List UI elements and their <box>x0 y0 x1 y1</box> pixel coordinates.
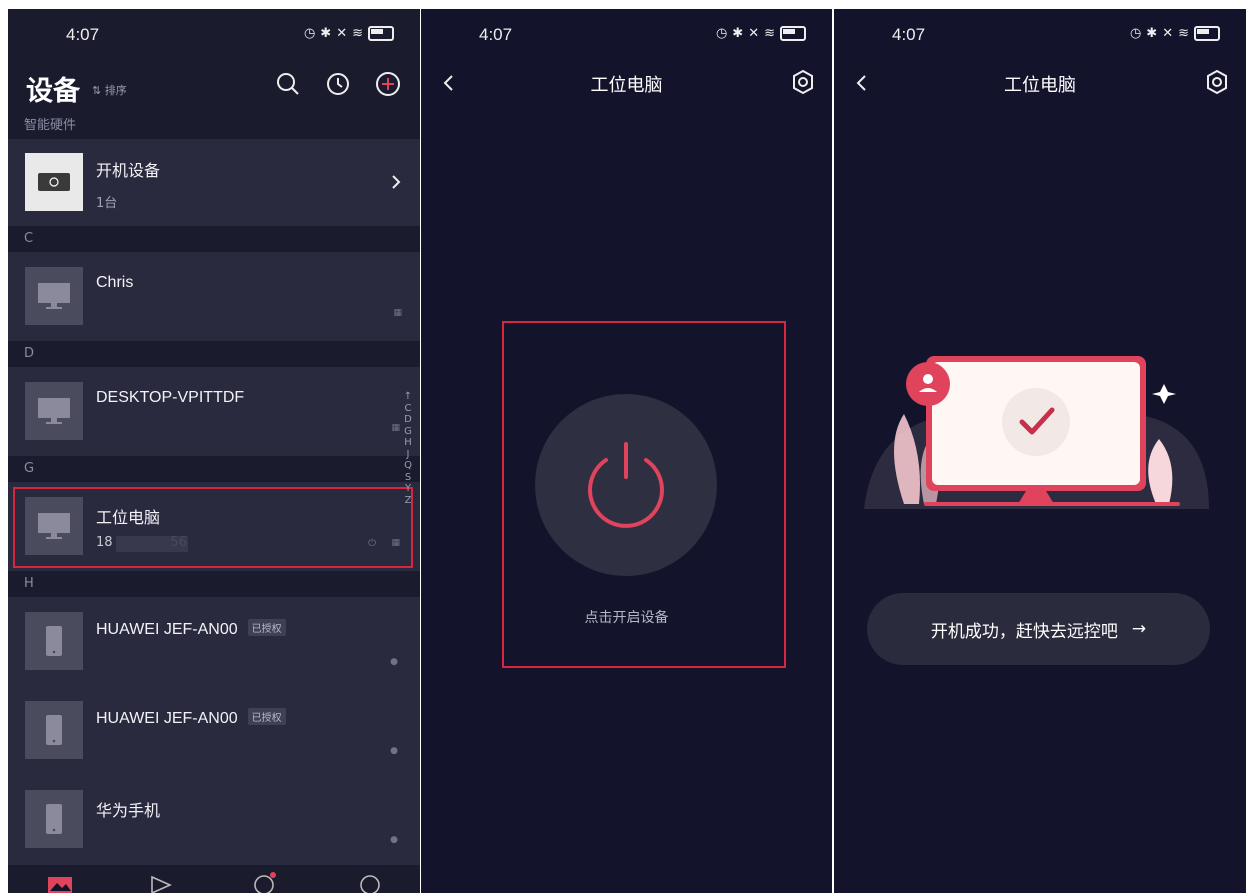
index-letter[interactable]: D <box>402 414 414 426</box>
go-remote-button[interactable]: 开机成功，赶快去远控吧 → <box>867 593 1210 665</box>
success-illustration <box>864 356 1209 509</box>
bottom-nav <box>8 864 420 893</box>
nav-devices-icon[interactable] <box>45 869 75 893</box>
device-name: HUAWEI JEF-AN00 已授权 <box>96 619 286 639</box>
status-bar: 4:07 ◷ ✱ ✕ ≋ <box>8 9 420 57</box>
page-title: 工位电脑 <box>1004 75 1076 96</box>
status-bar: 4:07 ◷ ✱ ✕ ≋ <box>834 9 1246 57</box>
history-icon[interactable] <box>325 71 351 97</box>
list-item-huawei-2[interactable]: HUAWEI JEF-AN00 已授权 ● <box>8 686 420 775</box>
device-name: 开机设备 <box>96 163 161 180</box>
device-name: HUAWEI JEF-AN00 已授权 <box>96 708 286 728</box>
index-letter[interactable]: Y <box>402 483 414 495</box>
mute-icon: ✕ <box>336 26 348 41</box>
authorized-badge: 已授权 <box>247 619 286 636</box>
device-name: 华为手机 <box>96 803 161 820</box>
wifi-icon: ≋ <box>764 26 775 41</box>
chevron-right-icon <box>392 175 401 189</box>
monitor-icon <box>38 398 70 424</box>
pc-thumbnail <box>25 382 83 440</box>
device-name-text: HUAWEI JEF-AN00 <box>96 710 238 727</box>
nav-discover-icon[interactable] <box>249 869 279 893</box>
arrow-right-icon: → <box>1131 619 1147 639</box>
status-icons: ◷ ✱ ✕ ≋ <box>304 26 394 41</box>
data-speed-icon: ◷ <box>303 26 316 41</box>
section-h: H <box>24 576 34 591</box>
index-letter[interactable]: Q <box>402 460 414 472</box>
android-icon: ● <box>390 746 398 756</box>
status-icons: ◷ ✱ ✕ ≋ <box>716 26 806 41</box>
index-letter[interactable]: ↑ <box>402 391 414 403</box>
status-time: 4:07 <box>66 25 100 44</box>
index-letter[interactable]: J <box>402 449 414 461</box>
phone-thumbnail <box>25 701 83 759</box>
device-list-screen: 4:07 ◷ ✱ ✕ ≋ 设备 ⇅ 排序 智能硬件 开机设备 1台 C Chri… <box>8 9 420 893</box>
monitor-icon <box>38 283 70 309</box>
status-time: 4:07 <box>479 25 513 44</box>
page-title: 设备 <box>26 76 80 107</box>
list-item-huawei-1[interactable]: HUAWEI JEF-AN00 已授权 ● <box>8 597 420 686</box>
success-screen: 4:07 ◷ ✱ ✕ ≋ 工位电脑 开机成功，赶快去远控吧 → <box>834 9 1246 893</box>
windows-icon: ▦ <box>391 423 400 433</box>
list-item-huawei-phone[interactable]: 华为手机 ● <box>8 775 420 864</box>
android-icon: ● <box>390 657 398 667</box>
device-count: 1台 <box>96 196 118 211</box>
android-icon: ● <box>390 835 398 845</box>
phone-icon <box>46 804 62 834</box>
power-on-screen: 4:07 ◷ ✱ ✕ ≋ 工位电脑 点击开启设备 <box>421 9 832 893</box>
list-item-chris[interactable]: Chris ▦ <box>8 252 420 341</box>
go-remote-label: 开机成功，赶快去远控吧 <box>930 621 1118 642</box>
page-title: 工位电脑 <box>590 75 663 96</box>
data-speed-icon: ◷ <box>715 26 728 41</box>
alphabet-index[interactable]: ↑ C D G H J Q S Y Z <box>402 391 414 506</box>
wifi-icon: ≋ <box>1178 26 1189 41</box>
sort-button[interactable]: ⇅ 排序 <box>92 82 127 98</box>
power-box-icon <box>38 173 70 191</box>
status-time: 4:07 <box>892 25 926 44</box>
bluetooth-icon: ✱ <box>1146 26 1158 41</box>
index-letter[interactable]: Z <box>402 495 414 507</box>
nav-profile-icon[interactable] <box>355 869 385 893</box>
data-speed-icon: ◷ <box>1129 26 1142 41</box>
section-c: C <box>24 231 34 246</box>
index-letter[interactable]: G <box>402 426 414 438</box>
battery-icon <box>1194 26 1220 41</box>
highlight-box <box>502 321 786 668</box>
index-letter[interactable]: C <box>402 403 414 415</box>
nav-remote-icon[interactable] <box>146 869 176 893</box>
bluetooth-icon: ✱ <box>320 26 332 41</box>
index-letter[interactable]: H <box>402 437 414 449</box>
windows-icon: ▦ <box>393 308 402 318</box>
add-device-icon[interactable] <box>375 71 401 97</box>
section-g: G <box>24 461 35 476</box>
list-item-desktop[interactable]: DESKTOP-VPITTDF ▦ <box>8 367 420 456</box>
bluetooth-icon: ✱ <box>732 26 744 41</box>
highlight-box <box>13 487 413 568</box>
phone-icon <box>46 626 62 656</box>
device-name: DESKTOP-VPITTDF <box>96 389 245 406</box>
section-smart-hardware: 智能硬件 <box>24 118 77 133</box>
battery-icon <box>780 26 806 41</box>
power-device-thumbnail <box>25 153 83 211</box>
device-name-text: HUAWEI JEF-AN00 <box>96 621 238 638</box>
settings-gear-icon[interactable] <box>1204 69 1230 95</box>
section-d: D <box>24 346 35 361</box>
phone-thumbnail <box>25 790 83 848</box>
search-icon[interactable] <box>275 71 301 97</box>
index-letter[interactable]: S <box>402 472 414 484</box>
list-item-power-device[interactable]: 开机设备 1台 <box>8 139 420 226</box>
phone-thumbnail <box>25 612 83 670</box>
wifi-icon: ≋ <box>352 26 363 41</box>
mute-icon: ✕ <box>748 26 760 41</box>
status-bar: 4:07 ◷ ✱ ✕ ≋ <box>421 9 832 57</box>
status-icons: ◷ ✱ ✕ ≋ <box>1130 26 1220 41</box>
device-name: Chris <box>96 274 134 291</box>
settings-gear-icon[interactable] <box>790 69 816 95</box>
mute-icon: ✕ <box>1162 26 1174 41</box>
battery-icon <box>368 26 394 41</box>
authorized-badge: 已授权 <box>247 708 286 725</box>
phone-icon <box>46 715 62 745</box>
pc-thumbnail <box>25 267 83 325</box>
